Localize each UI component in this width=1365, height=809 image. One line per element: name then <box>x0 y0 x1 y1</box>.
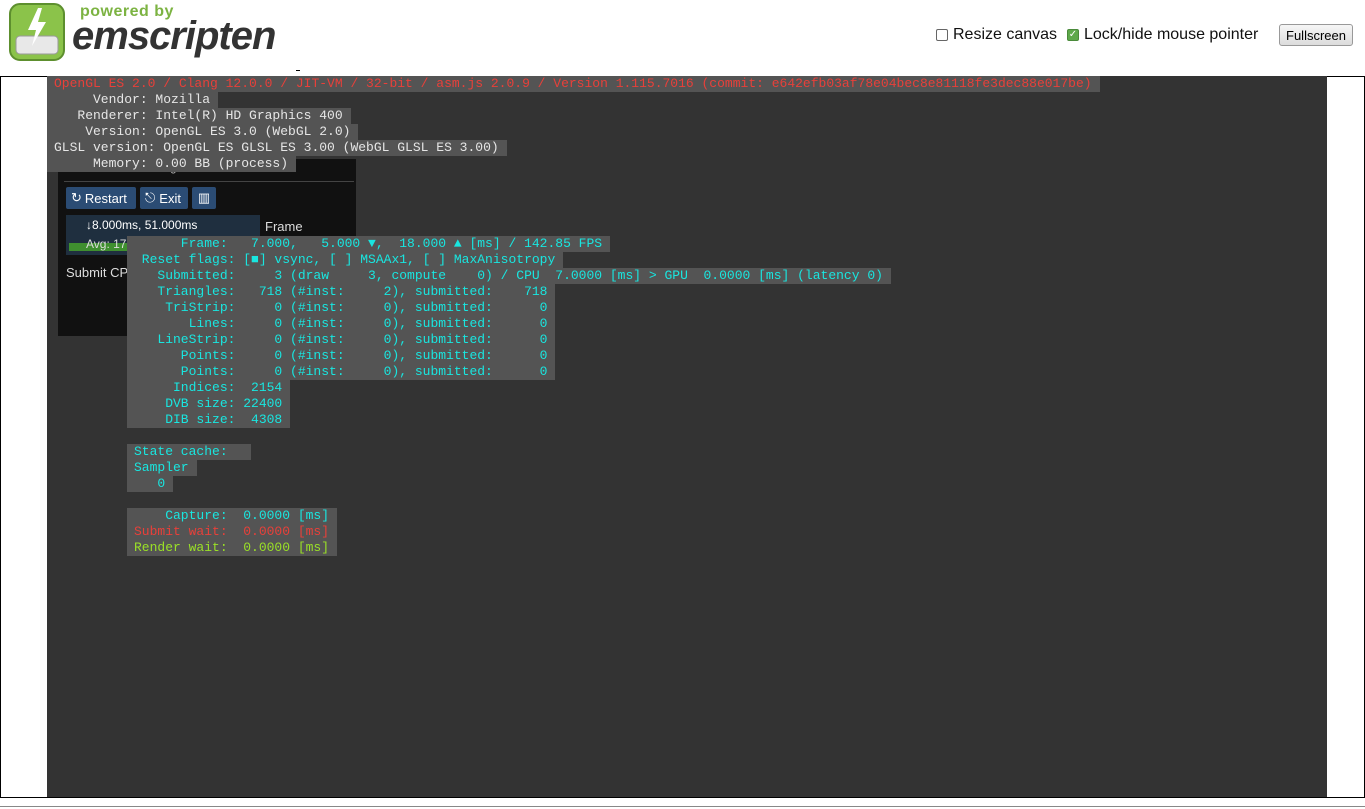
submit-cpu-label: Submit CP <box>66 265 129 280</box>
restart-button[interactable]: ↻ Restart <box>66 187 136 209</box>
frame-stats-line: Reset flags: [■] vsync, [ ] MSAAx1, [ ] … <box>127 252 564 268</box>
stats-button[interactable]: ▥ <box>192 187 216 209</box>
gpu-info-line: Version: OpenGL ES 3.0 (WebGL 2.0) <box>47 124 359 140</box>
imgui-separator <box>64 181 354 182</box>
frame-stats-line: TriStrip: 0 (#inst: 0), submitted: 0 <box>127 300 556 316</box>
state-cache-line: 0 <box>127 476 174 492</box>
resize-canvas-option[interactable]: Resize canvas <box>936 26 1057 44</box>
frame-stats-line: Points: 0 (#inst: 0), submitted: 0 <box>127 364 556 380</box>
exit-icon: ⎋ <box>145 190 156 205</box>
frame-time-avg: Avg: 17 <box>86 237 127 251</box>
frame-time-minmax: ↓8.000ms, 51.000ms <box>86 218 198 232</box>
emscripten-header: powered by emscripten Resize canvas ✓ Lo… <box>0 0 1365 71</box>
frame-stats-line: Triangles: 718 (#inst: 2), submitted: 71… <box>127 284 556 300</box>
gpu-info-line: Vendor: Mozilla <box>47 92 219 108</box>
lock-pointer-option[interactable]: ✓ Lock/hide mouse pointer <box>1067 26 1258 44</box>
gpu-info-line: Renderer: Intel(R) HD Graphics 400 <box>47 108 351 124</box>
gpu-info-line: GLSL version: OpenGL ES GLSL ES 3.00 (We… <box>47 140 507 156</box>
fullscreen-button[interactable]: Fullscreen <box>1279 24 1353 46</box>
frame-stats-line: Lines: 0 (#inst: 0), submitted: 0 <box>127 316 556 332</box>
frame-stats-line: DIB size: 4308 <box>127 412 291 428</box>
frame-stats-line: Submitted: 3 (draw 3, compute 0) / CPU 7… <box>127 268 891 284</box>
exit-button[interactable]: ⎋ Exit <box>140 187 188 209</box>
capture-line: Capture: 0.0000 [ms] <box>127 508 338 524</box>
frame-stats-line: LineStrip: 0 (#inst: 0), submitted: 0 <box>127 332 556 348</box>
resize-canvas-checkbox[interactable] <box>936 29 948 41</box>
frame-stats-line: Indices: 2154 <box>127 380 291 396</box>
frame-stats-line: Points: 0 (#inst: 0), submitted: 0 <box>127 348 556 364</box>
frame-stats-line: Frame: 7.000, 5.000 ▼, 18.000 ▲ [ms] / 1… <box>127 236 611 252</box>
app-canvas[interactable]: Initialization and debug text ↻ Restart … <box>47 76 1327 797</box>
gpu-info-line: Memory: 0.00 BB (process) <box>47 156 297 172</box>
logo-wordmark: emscripten <box>72 14 276 58</box>
restart-label: Restart <box>84 190 127 206</box>
version-line: OpenGL ES 2.0 / Clang 12.0.0 / JIT-VM / … <box>47 76 1100 92</box>
lock-pointer-checkbox[interactable]: ✓ <box>1067 29 1079 41</box>
submit-wait-line: Submit wait: 0.0000 [ms] <box>127 524 338 540</box>
state-cache-line: Sampler <box>127 460 197 476</box>
render-wait-line: Render wait: 0.0000 [ms] <box>127 540 338 556</box>
frame-stats-line: DVB size: 22400 <box>127 396 291 412</box>
divider <box>296 70 300 71</box>
state-cache-line: State cache: <box>127 444 252 460</box>
restart-icon: ↻ <box>71 190 82 205</box>
emscripten-logo-icon <box>9 3 65 61</box>
lock-pointer-label: Lock/hide mouse pointer <box>1084 26 1259 43</box>
resize-canvas-label: Resize canvas <box>953 26 1058 43</box>
bar-chart-icon: ▥ <box>197 190 211 205</box>
bottom-divider <box>0 806 1365 807</box>
frame-label: Frame <box>265 219 303 234</box>
frame-time-minmax-text: 8.000ms, 51.000ms <box>92 218 198 232</box>
exit-label: Exit <box>159 190 181 206</box>
